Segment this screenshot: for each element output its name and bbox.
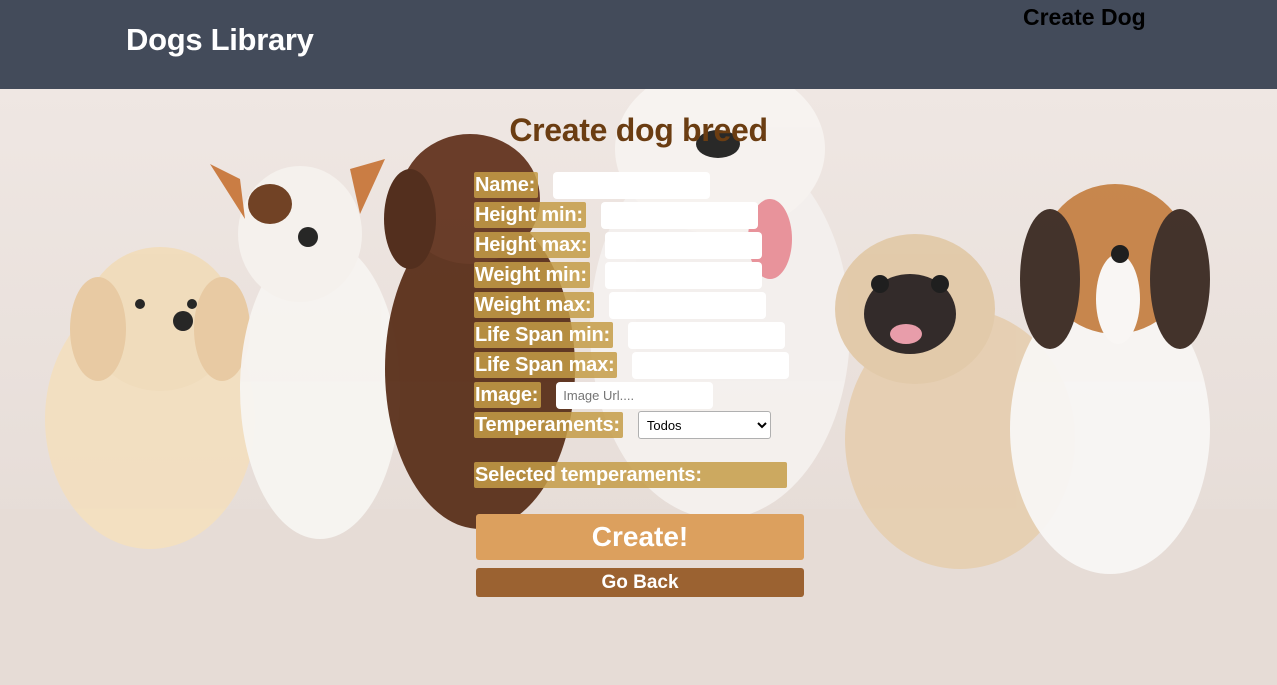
weight-max-row: Weight max: xyxy=(474,291,767,319)
temperaments-label: Temperaments: xyxy=(474,412,623,438)
name-label: Name: xyxy=(474,172,539,198)
height-max-row: Height max: xyxy=(474,231,763,259)
temperaments-row: Temperaments: Todos xyxy=(474,411,771,439)
height-min-label: Height min: xyxy=(474,202,586,228)
life-span-min-label: Life Span min: xyxy=(474,322,613,348)
weight-min-row: Weight min: xyxy=(474,261,762,289)
temperaments-select[interactable]: Todos xyxy=(637,411,771,439)
life-span-min-input[interactable] xyxy=(627,321,785,349)
create-dog-form: Name: Height min: Height max: Weight min… xyxy=(0,0,1277,685)
height-max-input[interactable] xyxy=(605,231,763,259)
life-span-max-label: Life Span max: xyxy=(474,352,618,378)
height-max-label: Height max: xyxy=(474,232,591,258)
go-back-button[interactable]: Go Back xyxy=(476,568,804,597)
image-row: Image: xyxy=(474,381,714,409)
create-button[interactable]: Create! xyxy=(476,514,804,560)
height-min-input[interactable] xyxy=(600,201,758,229)
weight-max-label: Weight max: xyxy=(474,292,595,318)
height-min-row: Height min: xyxy=(474,201,758,229)
weight-min-label: Weight min: xyxy=(474,262,590,288)
image-label: Image: xyxy=(474,382,542,408)
selected-temperaments: Selected temperaments: xyxy=(474,462,787,488)
image-url-input[interactable] xyxy=(556,381,714,409)
name-input[interactable] xyxy=(553,171,711,199)
life-span-max-row: Life Span max: xyxy=(474,351,790,379)
weight-min-input[interactable] xyxy=(604,261,762,289)
name-row: Name: xyxy=(474,171,711,199)
life-span-max-input[interactable] xyxy=(632,351,790,379)
life-span-min-row: Life Span min: xyxy=(474,321,785,349)
weight-max-input[interactable] xyxy=(609,291,767,319)
